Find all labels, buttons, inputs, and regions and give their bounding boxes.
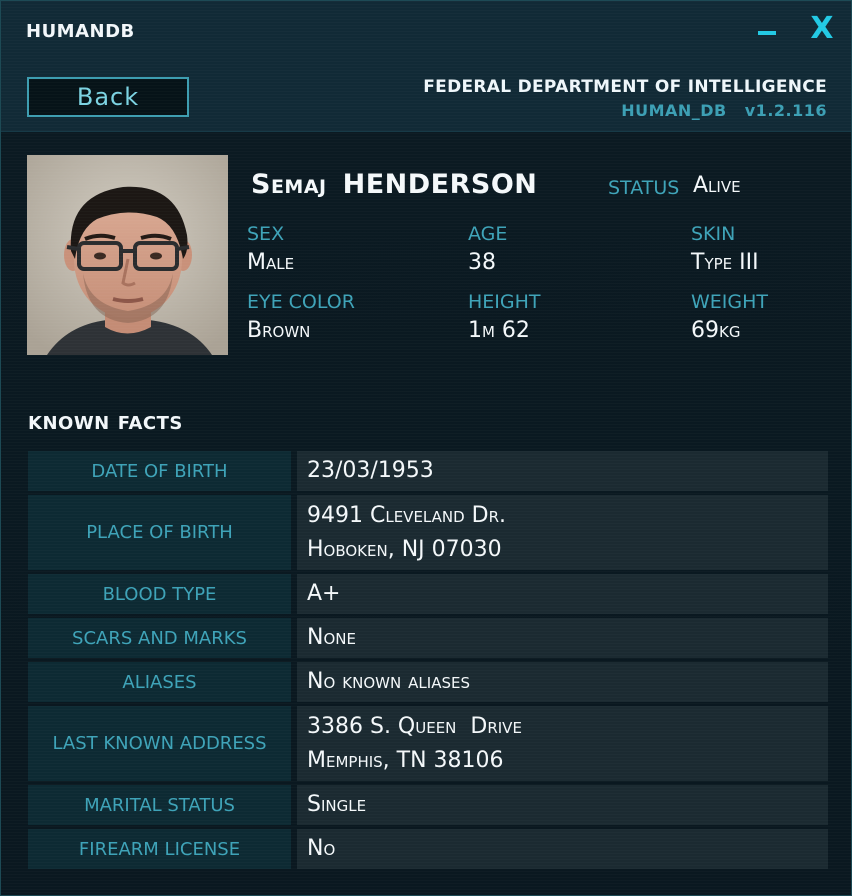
fact-label: FIREARM LICENSE <box>28 829 291 869</box>
person-name: Semaj HENDERSON <box>251 169 537 200</box>
height-label: HEIGHT <box>468 291 541 313</box>
fact-row-marital-status: MARITAL STATUS Single <box>28 785 828 825</box>
back-button[interactable]: Back <box>27 77 189 117</box>
fact-label: PLACE OF BIRTH <box>28 495 291 570</box>
skin-label: SKIN <box>691 223 736 245</box>
fact-label: ALIASES <box>28 662 291 702</box>
fact-value-line: A+ <box>307 581 341 606</box>
skin-value: Type III <box>691 250 759 275</box>
fact-value-line: Memphis, TN 38106 <box>307 747 504 773</box>
fact-value-line: Hoboken, NJ 07030 <box>307 536 502 562</box>
close-icon[interactable]: X <box>807 11 837 47</box>
height-value: 1m 62 <box>468 318 530 343</box>
fact-value: None <box>297 618 828 658</box>
app-window: HUMANDB X Back FEDERAL DEPARTMENT OF INT… <box>0 0 852 896</box>
db-name: HUMAN_DB <box>621 101 727 120</box>
fact-row-firearm-license: FIREARM LICENSE No <box>28 829 828 869</box>
fact-value: Single <box>297 785 828 825</box>
fact-value-line: No <box>307 836 336 861</box>
fact-value-line: 9491 Cleveland Dr. <box>307 502 506 528</box>
fact-row-scars-and-marks: SCARS AND MARKS None <box>28 618 828 658</box>
weight-label: WEIGHT <box>691 291 769 313</box>
fact-label: BLOOD TYPE <box>28 574 291 614</box>
header-bar: HUMANDB X Back FEDERAL DEPARTMENT OF INT… <box>1 1 851 132</box>
minimize-icon[interactable] <box>758 31 776 35</box>
fact-value: A+ <box>297 574 828 614</box>
person-photo <box>27 155 228 355</box>
fact-label: SCARS AND MARKS <box>28 618 291 658</box>
fact-row-date-of-birth: DATE OF BIRTH 23/03/1953 <box>28 451 828 491</box>
fact-row-aliases: ALIASES No known aliases <box>28 662 828 702</box>
fact-value: 23/03/1953 <box>297 451 828 491</box>
sex-label: SEX <box>247 223 285 245</box>
fact-value: No <box>297 829 828 869</box>
fact-row-last-known-address: LAST KNOWN ADDRESS 3386 S. Queen Drive M… <box>28 706 828 781</box>
fact-row-blood-type: BLOOD TYPE A+ <box>28 574 828 614</box>
fact-value: 3386 S. Queen Drive Memphis, TN 38106 <box>297 706 828 781</box>
fact-value-line: Single <box>307 792 367 817</box>
app-title: HUMANDB <box>26 21 135 42</box>
fact-row-place-of-birth: PLACE OF BIRTH 9491 Cleveland Dr. Hoboke… <box>28 495 828 570</box>
age-label: AGE <box>468 223 508 245</box>
last-name: HENDERSON <box>342 169 538 200</box>
fact-label: DATE OF BIRTH <box>28 451 291 491</box>
eye-color-value: Brown <box>247 318 311 343</box>
known-facts-title: KNOWN FACTS <box>28 413 183 434</box>
eye-color-label: EYE COLOR <box>247 291 355 313</box>
db-info: HUMAN_DB v1.2.116 <box>603 101 827 120</box>
fact-value-line: None <box>307 625 356 650</box>
age-value: 38 <box>468 250 496 275</box>
fact-label: MARITAL STATUS <box>28 785 291 825</box>
db-version: v1.2.116 <box>744 101 827 120</box>
agency-name: FEDERAL DEPARTMENT OF INTELLIGENCE <box>423 77 827 97</box>
fact-value-line: 23/03/1953 <box>307 458 434 483</box>
fact-label: LAST KNOWN ADDRESS <box>28 706 291 781</box>
first-name: Semaj <box>251 169 327 200</box>
fact-value: 9491 Cleveland Dr. Hoboken, NJ 07030 <box>297 495 828 570</box>
fact-value-line: No known aliases <box>307 669 470 694</box>
weight-value: 69kg <box>691 318 741 343</box>
status-label: STATUS <box>608 177 680 199</box>
known-facts-title-2: FACTS <box>117 413 183 434</box>
person-photo-icon <box>27 155 228 355</box>
sex-value: Male <box>247 250 295 275</box>
known-facts-title-1: KNOWN <box>28 413 110 434</box>
fact-value-line: 3386 S. Queen Drive <box>307 713 522 739</box>
status-value: Alive <box>693 173 741 198</box>
fact-value: No known aliases <box>297 662 828 702</box>
